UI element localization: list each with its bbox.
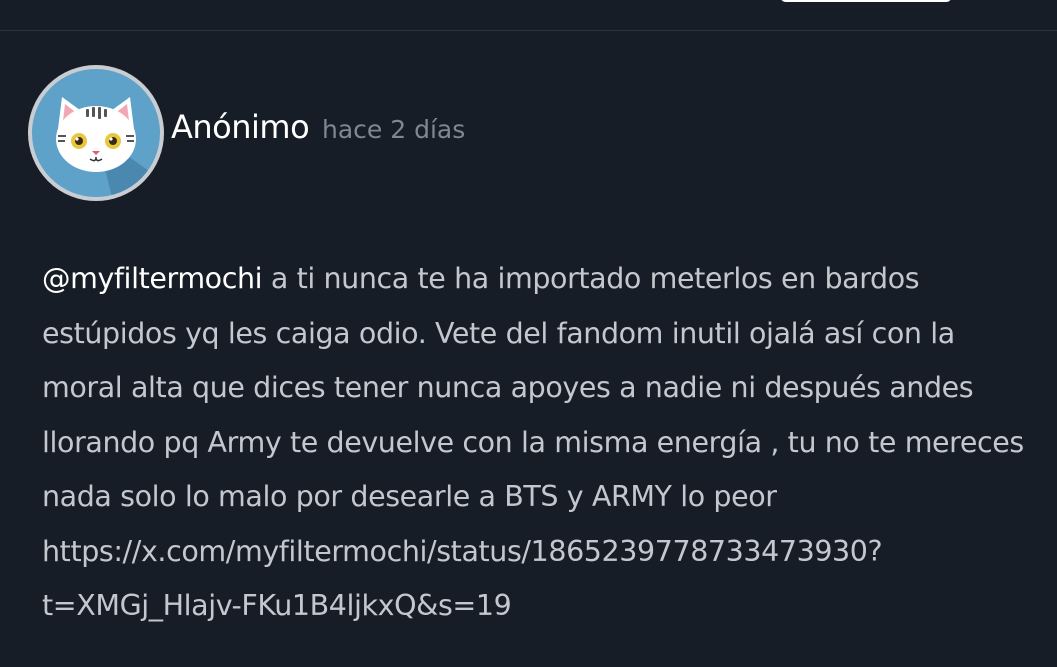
top-button[interactable]: [780, 0, 952, 2]
mention-link[interactable]: @myfiltermochi: [42, 262, 263, 295]
avatar[interactable]: [28, 65, 164, 201]
post-timestamp: hace 2 días: [322, 115, 466, 144]
comment-body: @myfiltermochi a ti nunca te ha importad…: [42, 252, 1032, 634]
top-bar: [0, 0, 1057, 31]
status-link-line1[interactable]: https://x.com/myfiltermochi/status/18652…: [42, 535, 883, 568]
author-name[interactable]: Anónimo: [171, 108, 310, 146]
status-link[interactable]: https://x.com/myfiltermochi/status/18652…: [42, 535, 883, 623]
status-link-line2[interactable]: t=XMGj_Hlajv-FKu1B4ljkxQ&s=19: [42, 589, 512, 622]
comment-text: a ti nunca te ha importado meterlos en b…: [42, 262, 1024, 513]
white-cat-avatar-icon: [56, 97, 160, 197]
